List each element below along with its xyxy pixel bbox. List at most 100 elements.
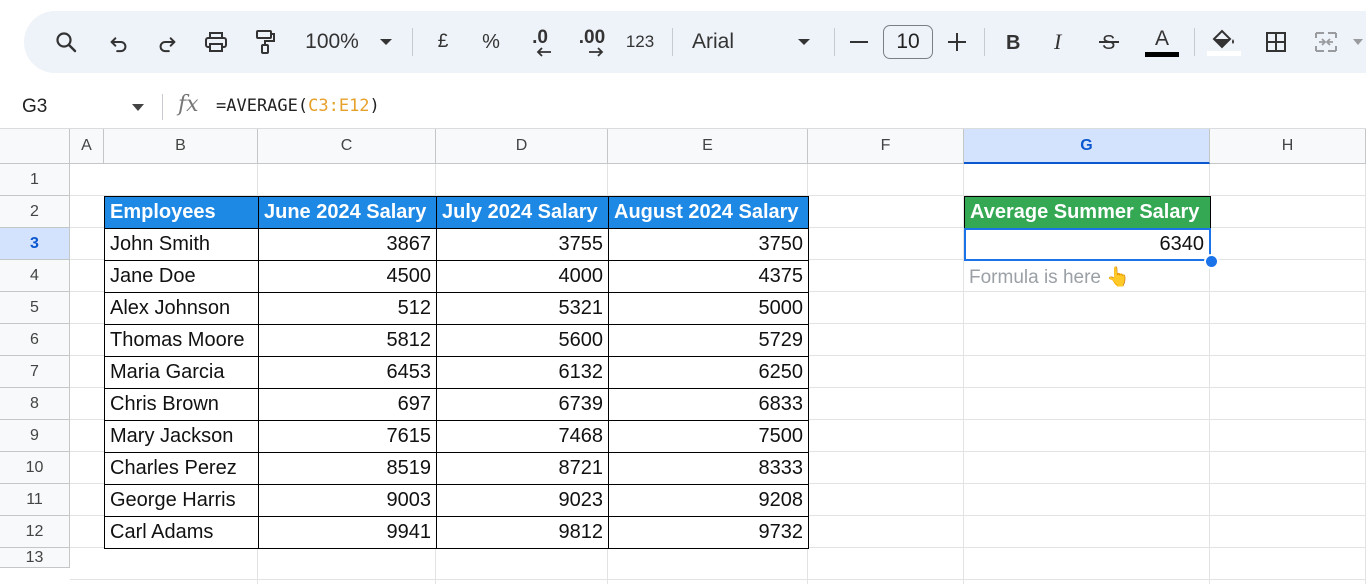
row-header-4[interactable]: 4 bbox=[0, 260, 70, 292]
zoom-select[interactable]: 100% bbox=[302, 11, 362, 73]
merge-cells-icon[interactable] bbox=[1312, 11, 1340, 73]
font-size-input[interactable]: 10 bbox=[883, 25, 933, 59]
row-header-6[interactable]: 6 bbox=[0, 324, 70, 356]
strikethrough-icon[interactable]: S bbox=[1096, 11, 1122, 73]
employee-name-cell[interactable]: Jane Doe bbox=[104, 260, 259, 293]
undo-icon[interactable] bbox=[104, 11, 134, 73]
salary-cell[interactable]: 512 bbox=[258, 292, 437, 325]
employee-name-cell[interactable]: Thomas Moore bbox=[104, 324, 259, 357]
row-header-9[interactable]: 9 bbox=[0, 420, 70, 452]
employee-name-cell[interactable]: Carl Adams bbox=[104, 516, 259, 549]
toolbar-divider bbox=[834, 28, 835, 56]
plus-icon[interactable] bbox=[946, 11, 968, 73]
italic-icon[interactable]: I bbox=[1048, 11, 1074, 73]
row-header-13[interactable]: 13 bbox=[0, 548, 70, 568]
svg-text:B: B bbox=[1006, 32, 1020, 52]
arrow-right-icon bbox=[589, 47, 604, 57]
active-cell-g3[interactable]: 6340 bbox=[964, 228, 1211, 261]
table-header-cell[interactable]: August 2024 Salary bbox=[608, 196, 809, 229]
minus-icon[interactable] bbox=[848, 11, 870, 73]
salary-cell[interactable]: 6132 bbox=[436, 356, 609, 389]
salary-cell[interactable]: 697 bbox=[258, 388, 437, 421]
formula-input[interactable]: =AVERAGE(C3:E12) bbox=[216, 96, 380, 116]
employee-name-cell[interactable]: Chris Brown bbox=[104, 388, 259, 421]
salary-cell[interactable]: 3755 bbox=[436, 228, 609, 261]
employee-name-cell[interactable]: George Harris bbox=[104, 484, 259, 517]
salary-cell[interactable]: 9003 bbox=[258, 484, 437, 517]
borders-icon[interactable] bbox=[1262, 11, 1290, 73]
number-format-button[interactable]: 123 bbox=[622, 11, 658, 73]
salary-cell[interactable]: 4500 bbox=[258, 260, 437, 293]
decrease-decimal-button[interactable]: .0 bbox=[522, 11, 558, 73]
salary-cell[interactable]: 5321 bbox=[436, 292, 609, 325]
row-header-12[interactable]: 12 bbox=[0, 516, 70, 548]
salary-cell[interactable]: 8333 bbox=[608, 452, 809, 485]
name-box-dropdown-icon[interactable] bbox=[132, 104, 144, 111]
row-header-7[interactable]: 7 bbox=[0, 356, 70, 388]
employee-name-cell[interactable]: Maria Garcia bbox=[104, 356, 259, 389]
employee-name-cell[interactable]: Mary Jackson bbox=[104, 420, 259, 453]
salary-cell[interactable]: 6833 bbox=[608, 388, 809, 421]
employee-name-cell[interactable]: John Smith bbox=[104, 228, 259, 261]
merge-dropdown-icon[interactable] bbox=[1350, 11, 1366, 73]
percent-format-button[interactable]: % bbox=[478, 11, 504, 73]
salary-cell[interactable]: 4375 bbox=[608, 260, 809, 293]
row-header-1[interactable]: 1 bbox=[0, 164, 70, 196]
salary-cell[interactable]: 7500 bbox=[608, 420, 809, 453]
column-header-h[interactable]: H bbox=[1210, 129, 1366, 164]
column-header-d[interactable]: D bbox=[436, 129, 608, 164]
row-header-8[interactable]: 8 bbox=[0, 388, 70, 420]
column-header-f[interactable]: F bbox=[808, 129, 964, 164]
table-header-cell[interactable]: June 2024 Salary bbox=[258, 196, 437, 229]
salary-cell[interactable]: 5000 bbox=[608, 292, 809, 325]
summary-header-cell[interactable]: Average Summer Salary bbox=[964, 196, 1211, 229]
salary-cell[interactable]: 8519 bbox=[258, 452, 437, 485]
salary-cell[interactable]: 8721 bbox=[436, 452, 609, 485]
salary-cell[interactable]: 5812 bbox=[258, 324, 437, 357]
column-header-c[interactable]: C bbox=[258, 129, 436, 164]
column-header-g[interactable]: G bbox=[964, 129, 1210, 164]
text-color-icon[interactable]: A bbox=[1142, 11, 1182, 73]
row-header-2[interactable]: 2 bbox=[0, 196, 70, 228]
font-dropdown-icon[interactable] bbox=[794, 11, 814, 73]
salary-cell[interactable]: 4000 bbox=[436, 260, 609, 293]
row-header-10[interactable]: 10 bbox=[0, 452, 70, 484]
row-header-11[interactable]: 11 bbox=[0, 484, 70, 516]
select-all-corner[interactable] bbox=[0, 129, 70, 164]
table-header-cell[interactable]: Employees bbox=[104, 196, 259, 229]
fill-color-icon[interactable] bbox=[1204, 11, 1244, 73]
search-icon[interactable] bbox=[50, 11, 82, 73]
row-header-3[interactable]: 3 bbox=[0, 228, 70, 260]
salary-cell[interactable]: 9208 bbox=[608, 484, 809, 517]
salary-cell[interactable]: 3750 bbox=[608, 228, 809, 261]
salary-cell[interactable]: 6739 bbox=[436, 388, 609, 421]
employee-name-cell[interactable]: Charles Perez bbox=[104, 452, 259, 485]
currency-format-button[interactable]: £ bbox=[430, 11, 456, 73]
column-header-b[interactable]: B bbox=[104, 129, 258, 164]
salary-cell[interactable]: 9812 bbox=[436, 516, 609, 549]
increase-decimal-button[interactable]: .00 bbox=[572, 11, 612, 73]
salary-cell[interactable]: 5600 bbox=[436, 324, 609, 357]
salary-cell[interactable]: 3867 bbox=[258, 228, 437, 261]
column-header-a[interactable]: A bbox=[70, 129, 104, 164]
salary-cell[interactable]: 5729 bbox=[608, 324, 809, 357]
employee-name-cell[interactable]: Alex Johnson bbox=[104, 292, 259, 325]
fill-handle[interactable] bbox=[1204, 254, 1219, 269]
column-header-e[interactable]: E bbox=[608, 129, 808, 164]
salary-cell[interactable]: 9023 bbox=[436, 484, 609, 517]
paint-format-icon[interactable] bbox=[250, 11, 280, 73]
print-icon[interactable] bbox=[200, 11, 232, 73]
name-box[interactable]: G3 bbox=[22, 96, 47, 118]
salary-cell[interactable]: 7468 bbox=[436, 420, 609, 453]
table-header-cell[interactable]: July 2024 Salary bbox=[436, 196, 609, 229]
row-header-5[interactable]: 5 bbox=[0, 292, 70, 324]
salary-cell[interactable]: 6453 bbox=[258, 356, 437, 389]
salary-cell[interactable]: 9732 bbox=[608, 516, 809, 549]
redo-icon[interactable] bbox=[152, 11, 182, 73]
salary-cell[interactable]: 6250 bbox=[608, 356, 809, 389]
zoom-dropdown-icon[interactable] bbox=[376, 11, 396, 73]
salary-cell[interactable]: 9941 bbox=[258, 516, 437, 549]
font-select[interactable]: Arial bbox=[692, 11, 748, 73]
salary-cell[interactable]: 7615 bbox=[258, 420, 437, 453]
bold-icon[interactable]: B bbox=[1000, 11, 1026, 73]
